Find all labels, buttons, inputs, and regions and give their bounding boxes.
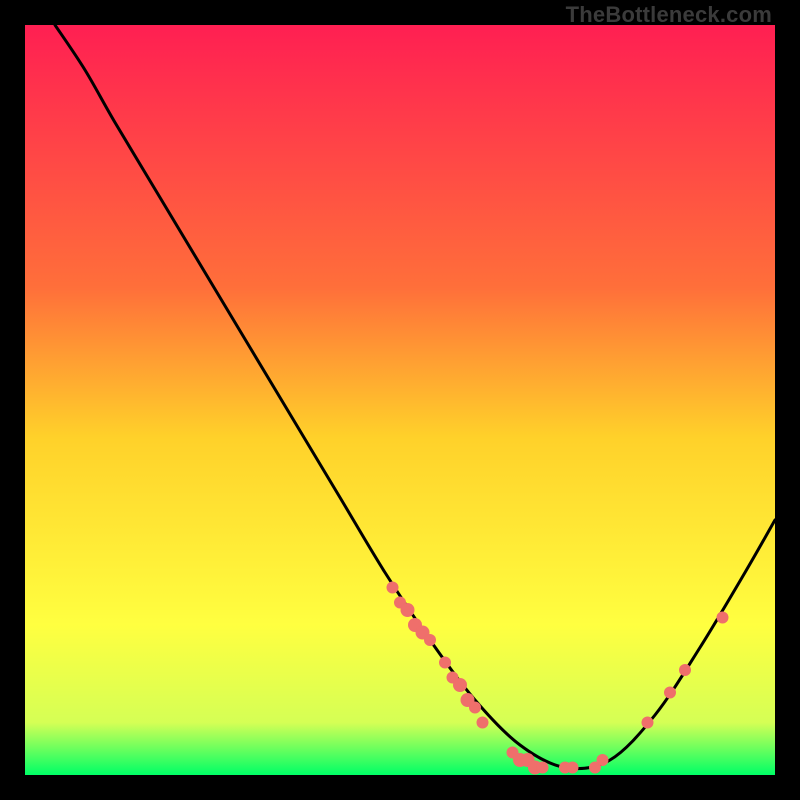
curve-marker [679,664,691,676]
curve-marker [664,687,676,699]
curve-marker [537,762,549,774]
curve-marker [401,603,415,617]
curve-marker [477,717,489,729]
curve-marker [439,657,451,669]
curve-marker [469,702,481,714]
curve-marker [717,612,729,624]
curve-marker [642,717,654,729]
curve-marker [453,678,467,692]
chart-background [25,25,775,775]
curve-marker [424,634,436,646]
curve-marker [387,582,399,594]
bottleneck-chart [25,25,775,775]
curve-marker [597,754,609,766]
curve-marker [567,762,579,774]
chart-frame [25,25,775,775]
